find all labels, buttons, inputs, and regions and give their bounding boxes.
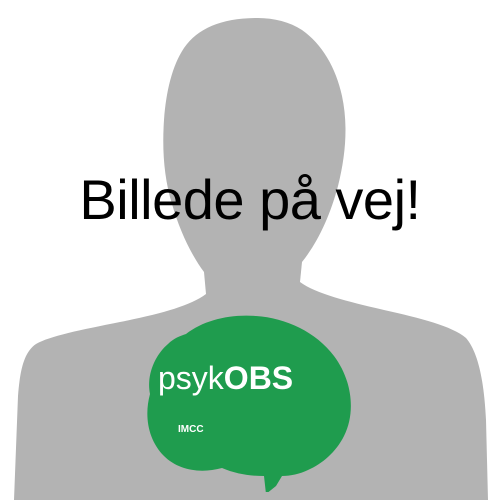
caption-text: Billede på vej! <box>79 168 421 231</box>
logo-brand-text: psykOBS <box>158 360 293 396</box>
psykobs-logo: psykOBS IMCC <box>147 315 351 492</box>
logo-sub-label: IMCC <box>178 424 204 435</box>
logo-brand-bold: OBS <box>224 360 293 396</box>
speech-bubble-shape <box>147 315 351 492</box>
logo-brand-light: psyk <box>158 360 225 396</box>
placeholder-image: Billede på vej! psykOBS IMCC <box>0 0 500 500</box>
